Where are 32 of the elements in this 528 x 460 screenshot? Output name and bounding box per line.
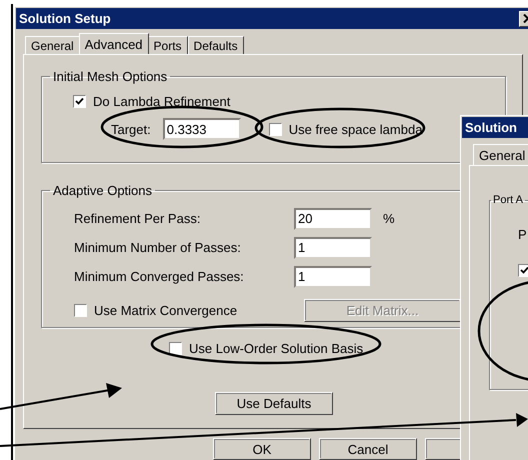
dialog-button[interactable]: Cancel bbox=[319, 438, 417, 460]
field-label: Target: bbox=[111, 122, 151, 136]
tab[interactable]: Advanced bbox=[78, 33, 149, 54]
group-title: Initial Mesh Options bbox=[52, 69, 168, 84]
input-field[interactable]: 1 bbox=[294, 266, 372, 288]
field-label: P bbox=[518, 227, 528, 242]
checkbox[interactable] bbox=[268, 122, 282, 136]
checkbox-label: Do Lambda Refinement bbox=[93, 94, 230, 109]
checkbox[interactable] bbox=[169, 342, 182, 355]
checkbox-label: Use Low-Order Solution Basis bbox=[189, 341, 364, 356]
checkbox[interactable] bbox=[518, 264, 528, 277]
dialog-button[interactable]: OK bbox=[213, 438, 311, 460]
window-title: Solution bbox=[465, 120, 517, 135]
use-defaults-button[interactable]: Use Defaults bbox=[215, 392, 333, 415]
window-title: Solution Setup bbox=[19, 11, 111, 26]
checkbox-label: Use Matrix Convergence bbox=[94, 303, 238, 318]
tab[interactable]: General bbox=[473, 144, 528, 165]
tab[interactable]: General bbox=[25, 36, 80, 54]
field-label: Minimum Number of Passes: bbox=[74, 240, 242, 255]
field-label: Refinement Per Pass: bbox=[74, 211, 202, 226]
unit-label: % bbox=[383, 211, 396, 226]
tab[interactable]: Defaults bbox=[188, 36, 244, 54]
input-field[interactable]: 1 bbox=[294, 236, 372, 258]
checkbox[interactable] bbox=[73, 95, 86, 108]
group-title: Adaptive Options bbox=[52, 183, 154, 198]
group-title: Port A bbox=[492, 194, 524, 206]
field-label: Minimum Converged Passes: bbox=[74, 269, 245, 284]
input-field[interactable]: 20 bbox=[294, 208, 372, 230]
checkbox-label: Use free space lambda bbox=[288, 122, 422, 136]
tab[interactable]: Ports bbox=[148, 36, 188, 54]
checkbox[interactable] bbox=[74, 304, 87, 317]
input-field[interactable]: 0.3333 bbox=[162, 118, 241, 140]
